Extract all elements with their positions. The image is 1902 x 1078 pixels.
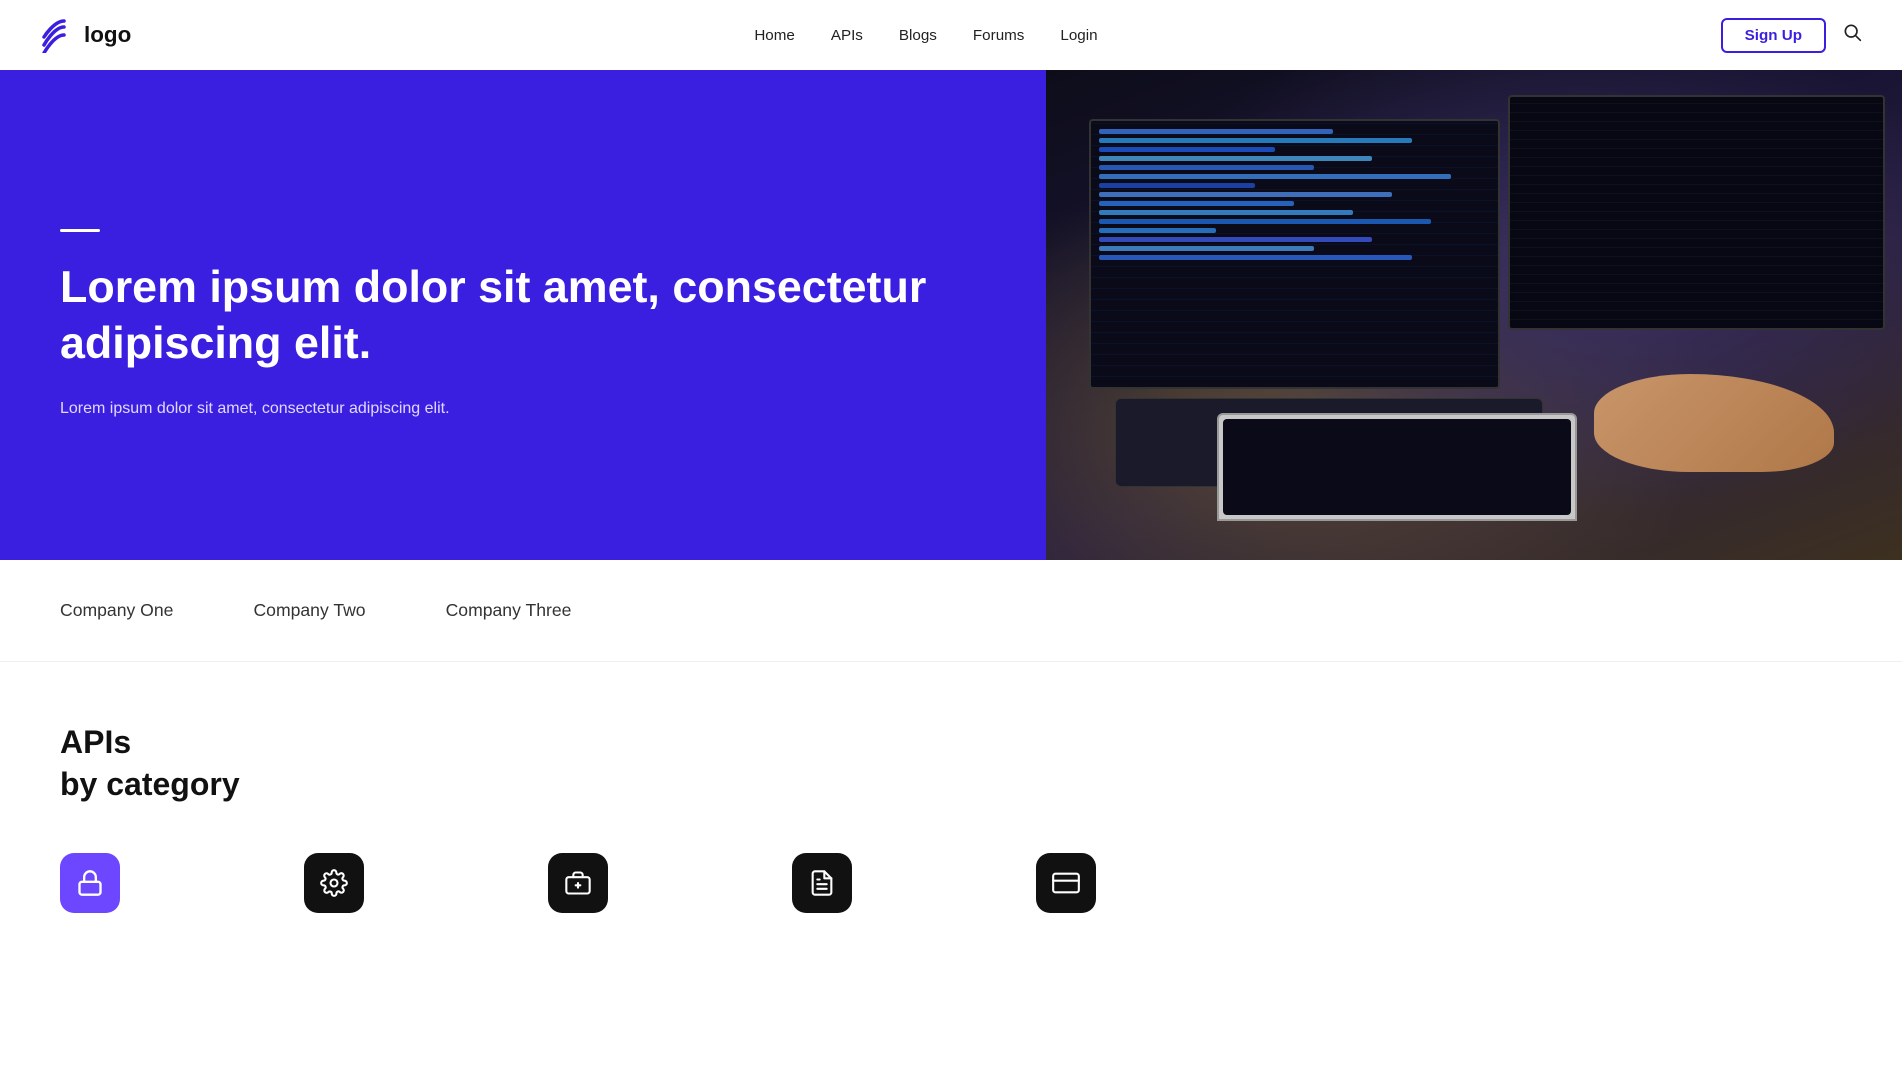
store-icon	[564, 869, 592, 897]
document-icon	[808, 869, 836, 897]
api-card-documents[interactable]	[792, 845, 1012, 933]
lock-icon	[76, 869, 104, 897]
hero-accent-line	[60, 229, 100, 232]
nav-actions: Sign Up	[1721, 18, 1862, 53]
logo-text: logo	[84, 22, 131, 48]
api-card-auth[interactable]	[60, 845, 280, 933]
nav-home[interactable]: Home	[754, 27, 795, 44]
api-card-documents-icon	[792, 853, 852, 913]
company-one: Company One	[60, 600, 173, 621]
monitor-right	[1508, 95, 1885, 330]
search-icon	[1842, 22, 1862, 42]
company-two: Company Two	[253, 600, 365, 621]
hero-image	[1046, 70, 1902, 560]
laptop	[1217, 413, 1576, 521]
hero-subtitle: Lorem ipsum dolor sit amet, consectetur …	[60, 396, 986, 422]
apis-heading-line1: APIs	[60, 722, 1842, 764]
signup-button[interactable]: Sign Up	[1721, 18, 1826, 53]
code-lines	[1091, 121, 1498, 272]
nav-forums[interactable]: Forums	[973, 27, 1024, 44]
hero-section: Lorem ipsum dolor sit amet, consectetur …	[0, 70, 1902, 560]
monitor-left	[1089, 119, 1500, 389]
api-card-store-icon	[548, 853, 608, 913]
logo-icon	[40, 17, 76, 53]
api-card-search[interactable]	[304, 845, 524, 933]
nav-login[interactable]: Login	[1060, 27, 1097, 44]
navbar: logo Home APIs Blogs Forums Login Sign U…	[0, 0, 1902, 70]
apis-heading: APIs by category	[60, 722, 1842, 805]
api-card-auth-icon	[60, 853, 120, 913]
nav-apis[interactable]: APIs	[831, 27, 863, 44]
apis-heading-line2: by category	[60, 764, 1842, 806]
search-button[interactable]	[1842, 22, 1862, 48]
laptop-screen	[1223, 419, 1570, 515]
hero-title: Lorem ipsum dolor sit amet, consectetur …	[60, 260, 986, 372]
apis-section: APIs by category	[0, 662, 1902, 973]
api-card-search-icon	[304, 853, 364, 913]
hero-content: Lorem ipsum dolor sit amet, consectetur …	[0, 70, 1046, 560]
nav-blogs[interactable]: Blogs	[899, 27, 937, 44]
credit-card-icon	[1052, 869, 1080, 897]
api-cards	[60, 845, 1842, 933]
nav-links: Home APIs Blogs Forums Login	[754, 27, 1097, 44]
api-card-payments[interactable]	[1036, 845, 1256, 933]
logo[interactable]: logo	[40, 17, 131, 53]
api-card-store[interactable]	[548, 845, 768, 933]
company-three: Company Three	[446, 600, 572, 621]
api-card-payments-icon	[1036, 853, 1096, 913]
gear-search-icon	[320, 869, 348, 897]
companies-section: Company One Company Two Company Three	[0, 560, 1902, 662]
